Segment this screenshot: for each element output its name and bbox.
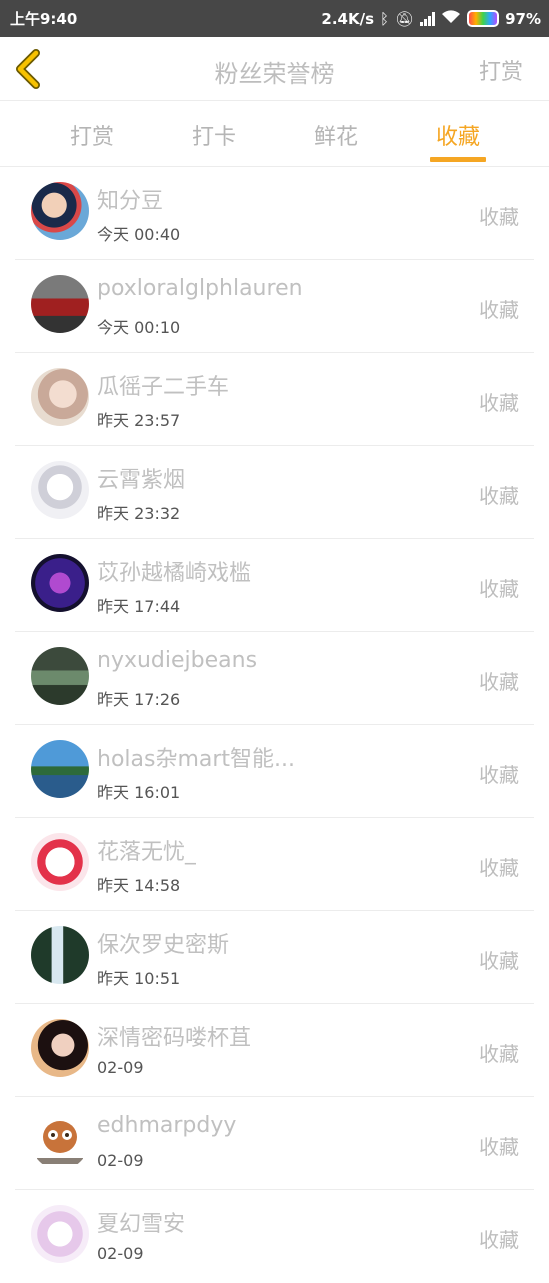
avatar [31, 647, 89, 705]
list-item[interactable]: poxloralglphlauren 今天 00:10 收藏 [15, 260, 534, 353]
avatar [31, 833, 89, 891]
tab-checkin[interactable]: 打卡 [153, 101, 275, 166]
item-time: 昨天 16:01 [97, 783, 181, 802]
user-name: 知分豆 [97, 189, 164, 214]
item-time: 今天 00:10 [97, 318, 181, 337]
user-name: 保次罗史密斯 [97, 933, 230, 958]
signal-icon [420, 11, 436, 26]
avatar [31, 740, 89, 798]
avatar [31, 275, 89, 333]
list-item[interactable]: 瓜徭子二手车 昨天 23:57 收藏 [15, 353, 534, 446]
item-time: 昨天 23:32 [97, 504, 181, 523]
list-item[interactable]: 花落无忧_ 昨天 14:58 收藏 [15, 818, 534, 911]
tab-flowers[interactable]: 鲜花 [275, 101, 397, 166]
tab-bar: 打赏 打卡 鲜花 收藏 [0, 101, 549, 167]
user-name: 云霄紫烟 [97, 468, 186, 493]
avatar [31, 461, 89, 519]
user-name: nyxudiejbeans [97, 648, 258, 673]
avatar [31, 368, 89, 426]
mute-icon: 🔕︎ [395, 9, 415, 28]
user-name: 深情密码喽杯苴 [97, 1026, 252, 1051]
user-name: 瓜徭子二手车 [97, 375, 230, 400]
item-action-label: 收藏 [479, 205, 519, 229]
item-action-label: 收藏 [479, 949, 519, 973]
status-icons: 2.4K/s ᛒ 🔕︎ 97% [321, 9, 541, 28]
user-name: 夏幻雪安 [97, 1212, 186, 1237]
list-item[interactable]: edhmarpdyy 02-09 收藏 [15, 1097, 534, 1190]
tab-reward[interactable]: 打赏 [31, 101, 153, 166]
item-time: 昨天 14:58 [97, 876, 181, 895]
network-speed: 2.4K/s [321, 9, 375, 28]
item-action-label: 收藏 [479, 484, 519, 508]
status-bar: 上午9:40 2.4K/s ᛒ 🔕︎ 97% [0, 0, 549, 37]
bluetooth-icon: ᛒ [380, 9, 390, 28]
user-name: 花落无忧_ [97, 840, 197, 865]
item-action-label: 收藏 [479, 391, 519, 415]
list-item[interactable]: 苡孙越橘崎戏槛 昨天 17:44 收藏 [15, 539, 534, 632]
item-time: 昨天 17:44 [97, 597, 181, 616]
list-item[interactable]: 深情密码喽杯苴 02-09 收藏 [15, 1004, 534, 1097]
item-action-label: 收藏 [479, 577, 519, 601]
list-item[interactable]: nyxudiejbeans 昨天 17:26 收藏 [15, 632, 534, 725]
fan-list: 知分豆 今天 00:40 收藏 poxloralglphlauren 今天 00… [0, 167, 549, 1283]
tab-favorites[interactable]: 收藏 [397, 101, 519, 166]
item-action-label: 收藏 [479, 298, 519, 322]
item-action-label: 收藏 [479, 1135, 519, 1159]
wifi-icon [441, 9, 461, 28]
avatar [31, 926, 89, 984]
list-item[interactable]: holas杂mart智能... 昨天 16:01 收藏 [15, 725, 534, 818]
user-name: holas杂mart智能... [97, 747, 296, 772]
user-name: edhmarpdyy [97, 1113, 237, 1138]
item-time: 今天 00:40 [97, 225, 181, 244]
list-item[interactable]: 保次罗史密斯 昨天 10:51 收藏 [15, 911, 534, 1004]
item-time: 昨天 17:26 [97, 690, 181, 709]
page-title: 粉丝荣誉榜 [214, 60, 335, 88]
list-item[interactable]: 云霄紫烟 昨天 23:32 收藏 [15, 446, 534, 539]
avatar [31, 1112, 89, 1170]
battery-icon [467, 10, 500, 27]
avatar [31, 182, 89, 240]
user-name: poxloralglphlauren [97, 276, 303, 301]
reward-button[interactable]: 打赏 [479, 54, 523, 86]
item-action-label: 收藏 [479, 1228, 519, 1252]
battery-level: 97% [505, 9, 541, 28]
item-action-label: 收藏 [479, 1042, 519, 1066]
user-name: 苡孙越橘崎戏槛 [97, 561, 252, 586]
item-action-label: 收藏 [479, 670, 519, 694]
item-action-label: 收藏 [479, 856, 519, 880]
list-item[interactable]: 夏幻雪安 02-09 收藏 [15, 1190, 534, 1283]
header: 粉丝荣誉榜 打赏 [0, 37, 549, 101]
item-time: 02-09 [97, 1058, 144, 1077]
item-time: 02-09 [97, 1151, 144, 1170]
item-time: 昨天 10:51 [97, 969, 181, 988]
avatar [31, 1019, 89, 1077]
item-time: 昨天 23:57 [97, 411, 181, 430]
item-time: 02-09 [97, 1244, 144, 1263]
list-item[interactable]: 知分豆 今天 00:40 收藏 [15, 167, 534, 260]
status-time: 上午9:40 [10, 10, 78, 28]
avatar [31, 1205, 89, 1263]
item-action-label: 收藏 [479, 763, 519, 787]
avatar [31, 554, 89, 612]
